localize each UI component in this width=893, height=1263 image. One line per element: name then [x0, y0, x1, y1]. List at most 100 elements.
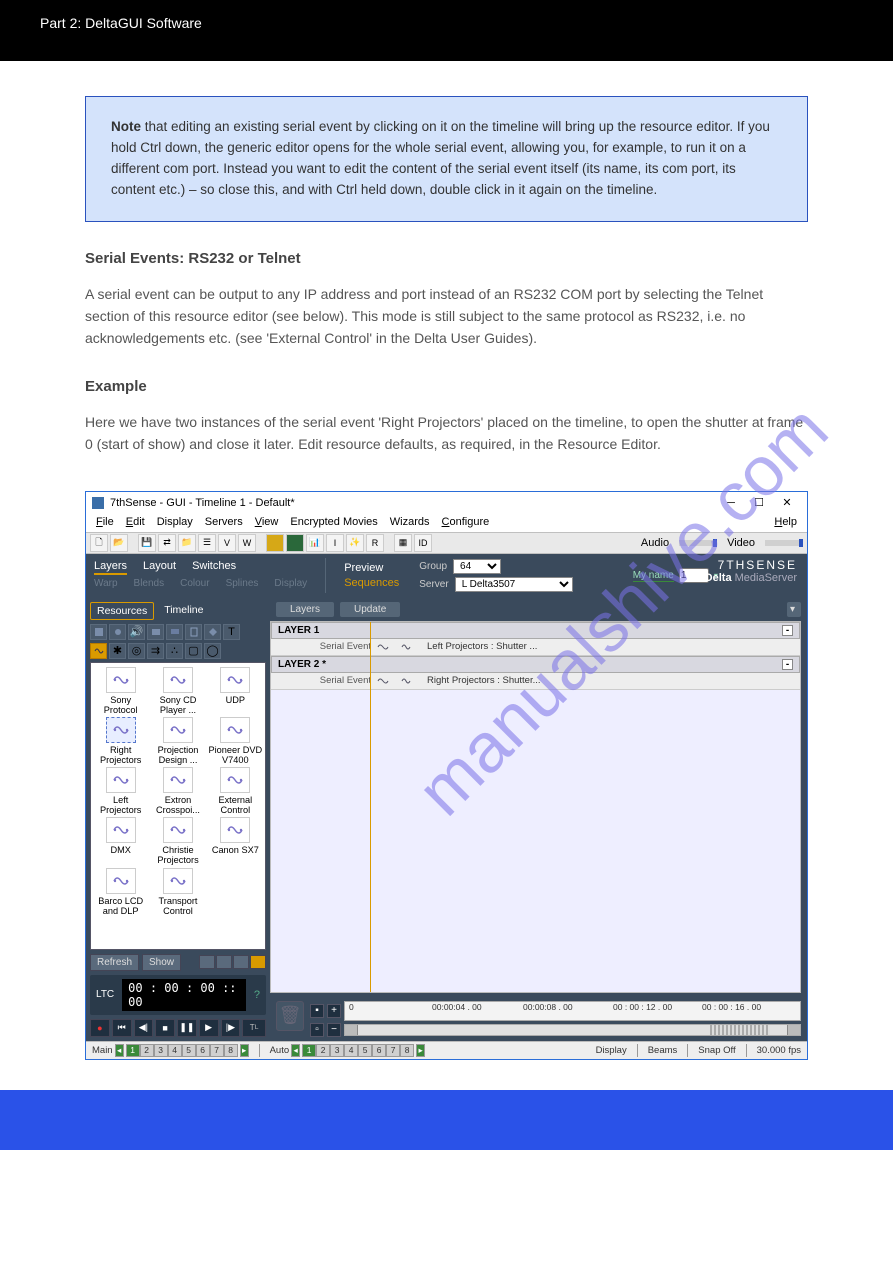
- tb-r-icon[interactable]: R: [366, 534, 384, 552]
- subtab-warp[interactable]: Warp: [94, 578, 118, 589]
- menu-servers[interactable]: Servers: [205, 516, 243, 528]
- tb-chart-icon[interactable]: 📊: [306, 534, 324, 552]
- rewind-button[interactable]: ⏮: [112, 1019, 132, 1037]
- menu-configure[interactable]: Configure: [442, 516, 490, 528]
- auto-nums-btn[interactable]: 5: [358, 1044, 372, 1057]
- auto-nums-btn[interactable]: 6: [372, 1044, 386, 1057]
- auto-nums-btn[interactable]: 7: [386, 1044, 400, 1057]
- main-nums-btn[interactable]: 5: [182, 1044, 196, 1057]
- filter-image-icon[interactable]: [109, 624, 126, 640]
- ruler-opt2-icon[interactable]: ▫: [310, 1023, 324, 1037]
- resource-item[interactable]: Sony CD Player ...: [150, 667, 205, 715]
- main-nums-btn[interactable]: 2: [140, 1044, 154, 1057]
- subtab-display[interactable]: Display: [274, 578, 307, 589]
- show-button[interactable]: Show: [142, 954, 181, 971]
- menu-view[interactable]: View: [255, 516, 279, 528]
- status-display[interactable]: Display: [596, 1045, 627, 1056]
- menu-display[interactable]: Display: [157, 516, 193, 528]
- main-nums-btn[interactable]: 7: [210, 1044, 224, 1057]
- layer-1-header[interactable]: LAYER 1 -: [271, 622, 800, 639]
- stop-button[interactable]: ■: [155, 1019, 175, 1037]
- tb-open-icon[interactable]: 📂: [110, 534, 128, 552]
- filter-serial-icon[interactable]: [90, 643, 107, 659]
- main-nums-btn[interactable]: 6: [196, 1044, 210, 1057]
- play-button[interactable]: ▶: [199, 1019, 219, 1037]
- layer-2-header[interactable]: LAYER 2 * -: [271, 656, 800, 673]
- resources-tab[interactable]: Resources: [90, 602, 154, 620]
- resource-item[interactable]: Pioneer DVD V7400: [208, 717, 263, 765]
- resource-item[interactable]: Left Projectors: [93, 767, 148, 815]
- main-nums-btn[interactable]: 1: [126, 1044, 140, 1057]
- auto-nums-btn[interactable]: 8: [400, 1044, 414, 1057]
- ltc-help-icon[interactable]: ?: [254, 989, 260, 1001]
- layer-2-clip[interactable]: Right Projectors : Shutter...: [427, 675, 541, 686]
- trash-icon[interactable]: 🗑: [276, 1001, 304, 1031]
- tab-layout[interactable]: Layout: [143, 560, 176, 575]
- view-mode-2[interactable]: [216, 955, 232, 969]
- filter-rect-icon[interactable]: [147, 624, 164, 640]
- filter-cup-icon[interactable]: [166, 624, 183, 640]
- filter-film-icon[interactable]: [90, 624, 107, 640]
- tb-grid-icon[interactable]: ▦: [394, 534, 412, 552]
- sequences-link[interactable]: Sequences: [344, 577, 399, 589]
- resource-item[interactable]: DMX: [93, 817, 148, 865]
- auto-nums-btn[interactable]: 4: [344, 1044, 358, 1057]
- view-mode-3[interactable]: [233, 955, 249, 969]
- tb-color2-icon[interactable]: [286, 534, 304, 552]
- tb-color1-icon[interactable]: [266, 534, 284, 552]
- layer-1-row[interactable]: Serial Event Left Projectors : Shutter .…: [271, 639, 800, 656]
- main-nums-btn[interactable]: 3: [154, 1044, 168, 1057]
- pause-button[interactable]: ❚❚: [177, 1019, 197, 1037]
- timeline-body[interactable]: LAYER 1 - Serial Event Left Projectors :…: [270, 621, 801, 993]
- tab-switches[interactable]: Switches: [192, 560, 236, 575]
- tb-list-icon[interactable]: ☰: [198, 534, 216, 552]
- layer-2-collapse-icon[interactable]: -: [782, 659, 793, 670]
- resource-item[interactable]: UDP: [208, 667, 263, 715]
- filter-sheet-icon[interactable]: [185, 624, 202, 640]
- resource-item[interactable]: Projection Design ...: [150, 717, 205, 765]
- tb-i-icon[interactable]: I: [326, 534, 344, 552]
- zoom-out-button[interactable]: −: [327, 1023, 341, 1037]
- timeline-scrollbar[interactable]: [344, 1024, 801, 1036]
- zoom-in-button[interactable]: +: [327, 1004, 341, 1018]
- filter-target-icon[interactable]: ◎: [128, 643, 145, 659]
- status-main-next[interactable]: ▸: [240, 1044, 249, 1057]
- tl-layers-chip[interactable]: Layers: [276, 602, 334, 617]
- menu-wizards[interactable]: Wizards: [390, 516, 430, 528]
- server-select[interactable]: L Delta3507: [455, 577, 573, 592]
- tl-button[interactable]: TL: [242, 1019, 266, 1037]
- menu-edit[interactable]: Edit: [126, 516, 145, 528]
- record-button[interactable]: ●: [90, 1019, 110, 1037]
- subtab-blends[interactable]: Blends: [134, 578, 165, 589]
- resource-item[interactable]: Sony Protocol: [93, 667, 148, 715]
- tl-dropdown-icon[interactable]: ▾: [787, 602, 801, 617]
- layer-1-collapse-icon[interactable]: -: [782, 625, 793, 636]
- step-fwd-button[interactable]: |▶: [221, 1019, 241, 1037]
- close-button[interactable]: ✕: [773, 493, 801, 513]
- resource-item[interactable]: Canon SX7: [208, 817, 263, 865]
- maximize-button[interactable]: ☐: [745, 493, 773, 513]
- view-mode-1[interactable]: [199, 955, 215, 969]
- time-ruler[interactable]: 0 00:00:04 . 00 00:00:08 . 00 00 : 00 : …: [344, 1001, 801, 1021]
- tb-folder-icon[interactable]: 📁: [178, 534, 196, 552]
- filter-link-icon[interactable]: ⇉: [147, 643, 164, 659]
- filter-mask-icon[interactable]: [204, 624, 221, 640]
- resource-item[interactable]: Right Projectors: [93, 717, 148, 765]
- auto-nums-btn[interactable]: 1: [302, 1044, 316, 1057]
- resource-item[interactable]: Transport Control: [150, 868, 205, 916]
- resource-item[interactable]: Extron Crosspoi...: [150, 767, 205, 815]
- subtab-colour[interactable]: Colour: [180, 578, 209, 589]
- resource-item[interactable]: Christie Projectors: [150, 817, 205, 865]
- menu-file[interactable]: File: [96, 516, 114, 528]
- filter-text-icon[interactable]: T: [223, 624, 240, 640]
- resource-item[interactable]: External Control: [208, 767, 263, 815]
- ruler-opt1-icon[interactable]: ▪: [310, 1004, 324, 1018]
- status-main-prev[interactable]: ◂: [115, 1044, 124, 1057]
- minimize-button[interactable]: ─: [717, 493, 745, 513]
- step-back-button[interactable]: ◀|: [134, 1019, 154, 1037]
- status-auto-prev[interactable]: ◂: [291, 1044, 300, 1057]
- tb-save-icon[interactable]: 💾: [138, 534, 156, 552]
- status-snap[interactable]: Snap Off: [698, 1045, 735, 1056]
- group-select[interactable]: 64: [453, 559, 501, 574]
- auto-nums-btn[interactable]: 2: [316, 1044, 330, 1057]
